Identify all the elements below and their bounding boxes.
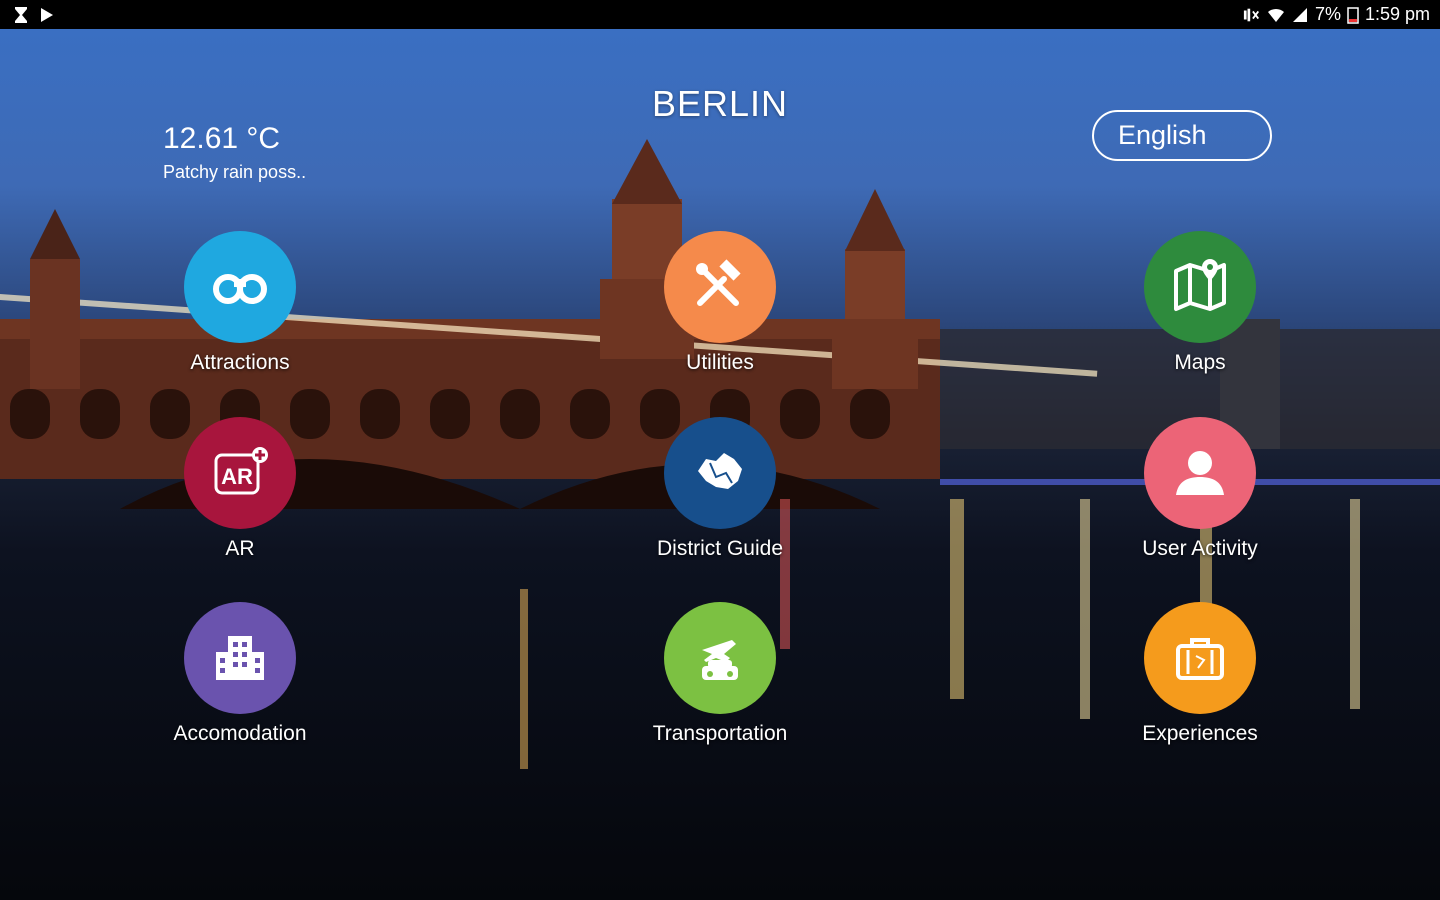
tile-district-guide[interactable]: District Guide [610,417,830,561]
clock: 1:59 pm [1364,4,1430,24]
tile-experiences[interactable]: Experiences [1090,602,1310,746]
user-icon [1176,451,1224,495]
building-icon [216,636,264,680]
plane-car-icon [702,640,738,680]
transportation-circle[interactable] [664,602,776,714]
attractions-circle[interactable] [184,231,296,343]
tile-accomodation[interactable]: Accomodation [130,602,350,746]
map-pin-icon [1174,259,1226,311]
battery-percent: 7% [1314,4,1341,24]
weather-condition: Patchy rain poss.. [163,162,307,182]
suitcase-icon [1176,638,1224,680]
user-activity-circle[interactable] [1144,417,1256,529]
tile-label: Accomodation [173,722,307,745]
hourglass-icon [15,6,27,23]
accomodation-circle[interactable] [184,602,296,714]
tile-utilities[interactable]: Utilities [610,231,830,375]
tile-transportation[interactable]: Transportation [610,602,830,746]
weather-widget: 12.61 °C Patchy rain poss.. [163,122,306,183]
signal-icon [1292,7,1307,22]
district-map-icon [698,453,742,489]
experiences-circle[interactable] [1144,602,1256,714]
tools-icon [696,259,741,306]
wifi-icon [1267,8,1284,22]
maps-circle[interactable] [1144,231,1256,343]
play-store-icon [41,7,53,22]
utilities-circle[interactable] [664,231,776,343]
tile-label: Transportation [652,722,788,745]
tile-maps[interactable]: Maps [1090,231,1310,375]
ar-icon: AR [214,447,268,495]
status-bar: 7% 1:59 pm [0,0,1440,29]
tile-attractions[interactable]: Attractions [130,231,350,375]
tile-ar[interactable]: AR AR [130,417,350,561]
tile-label: District Guide [656,537,784,560]
tile-label: AR [225,537,255,560]
tile-label: Attractions [190,351,290,374]
tile-label: Experiences [1142,722,1258,745]
tile-label: Maps [1174,351,1226,374]
ar-circle[interactable]: AR [184,417,296,529]
battery-icon [1347,6,1359,24]
svg-text:AR: AR [221,464,253,489]
temperature: 12.61 °C [163,122,281,155]
district-guide-circle[interactable] [664,417,776,529]
binoculars-icon [213,274,267,304]
tile-label: User Activity [1142,537,1258,560]
mute-icon [1243,8,1259,21]
language-button[interactable]: English [1092,110,1272,161]
tile-label: Utilities [686,351,754,374]
tile-user-activity[interactable]: User Activity [1090,417,1310,561]
